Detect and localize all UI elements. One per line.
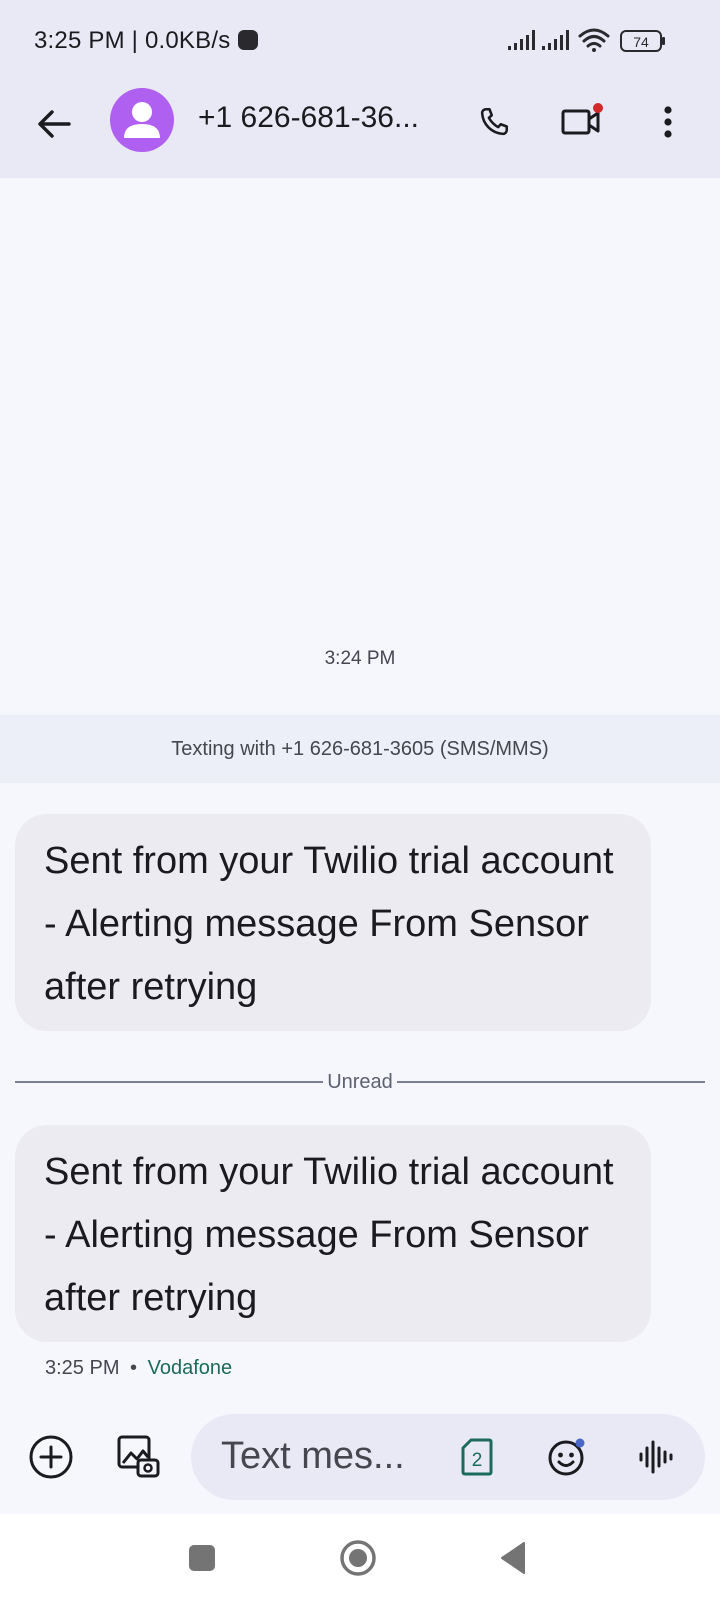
- back-arrow-icon: [38, 110, 71, 138]
- message-bubble[interactable]: Sent from your Twilio trial account - Al…: [15, 1125, 651, 1342]
- message-bubble[interactable]: Sent from your Twilio trial account - Al…: [15, 814, 651, 1031]
- back-button[interactable]: [26, 96, 82, 152]
- status-time: 3:25 PM | 0.0KB/s: [34, 27, 231, 54]
- gallery-button[interactable]: [112, 1430, 164, 1482]
- unread-divider: Unread: [15, 1068, 706, 1096]
- message-meta: 3:25 PM • Vodafone: [45, 1357, 232, 1380]
- message-time: 3:25 PM: [45, 1357, 120, 1379]
- contact-name[interactable]: +1 626-681-36...: [198, 101, 419, 135]
- wifi-icon: [578, 28, 610, 52]
- signal-icon-1: [508, 30, 535, 50]
- add-attachment-button[interactable]: [28, 1434, 74, 1480]
- unread-label: Unread: [327, 1070, 393, 1093]
- meta-separator: •: [130, 1357, 138, 1379]
- status-icons: 74: [508, 28, 665, 52]
- sim-card-icon: 2: [461, 1438, 493, 1476]
- texting-info-text: Texting with +1 626-681-3605 (SMS/MMS): [171, 738, 549, 760]
- message-carrier: Vodafone: [147, 1357, 233, 1379]
- battery-level: 74: [633, 34, 649, 50]
- more-vert-icon: [664, 106, 672, 138]
- home-button[interactable]: [339, 1539, 377, 1577]
- voice-waveform-icon: [639, 1440, 673, 1474]
- more-options-button[interactable]: [644, 96, 692, 148]
- phone-icon: [480, 107, 509, 136]
- gallery-icon: [117, 1435, 160, 1478]
- signal-icon-2: [542, 30, 569, 50]
- sim-select-button[interactable]: 2: [458, 1434, 496, 1480]
- emoji-button[interactable]: [544, 1434, 590, 1480]
- contact-avatar-icon: [124, 102, 160, 138]
- contact-avatar[interactable]: [110, 88, 174, 152]
- conversation-timestamp: 3:24 PM: [324, 648, 396, 669]
- recents-button[interactable]: [189, 1545, 215, 1571]
- message-input[interactable]: [221, 1431, 421, 1481]
- divider-line: [396, 1081, 706, 1083]
- emoji-icon: [548, 1438, 585, 1476]
- notification-dot-icon: [238, 30, 258, 50]
- video-call-button[interactable]: [552, 96, 612, 148]
- nav-back-button[interactable]: [498, 1540, 528, 1576]
- divider-line: [15, 1081, 324, 1083]
- add-circle-icon: [29, 1435, 73, 1479]
- battery-icon: 74: [620, 30, 665, 52]
- voice-message-button[interactable]: [632, 1434, 678, 1480]
- sim-number: 2: [472, 1450, 483, 1471]
- call-button[interactable]: [468, 96, 520, 148]
- video-call-icon: [561, 103, 603, 135]
